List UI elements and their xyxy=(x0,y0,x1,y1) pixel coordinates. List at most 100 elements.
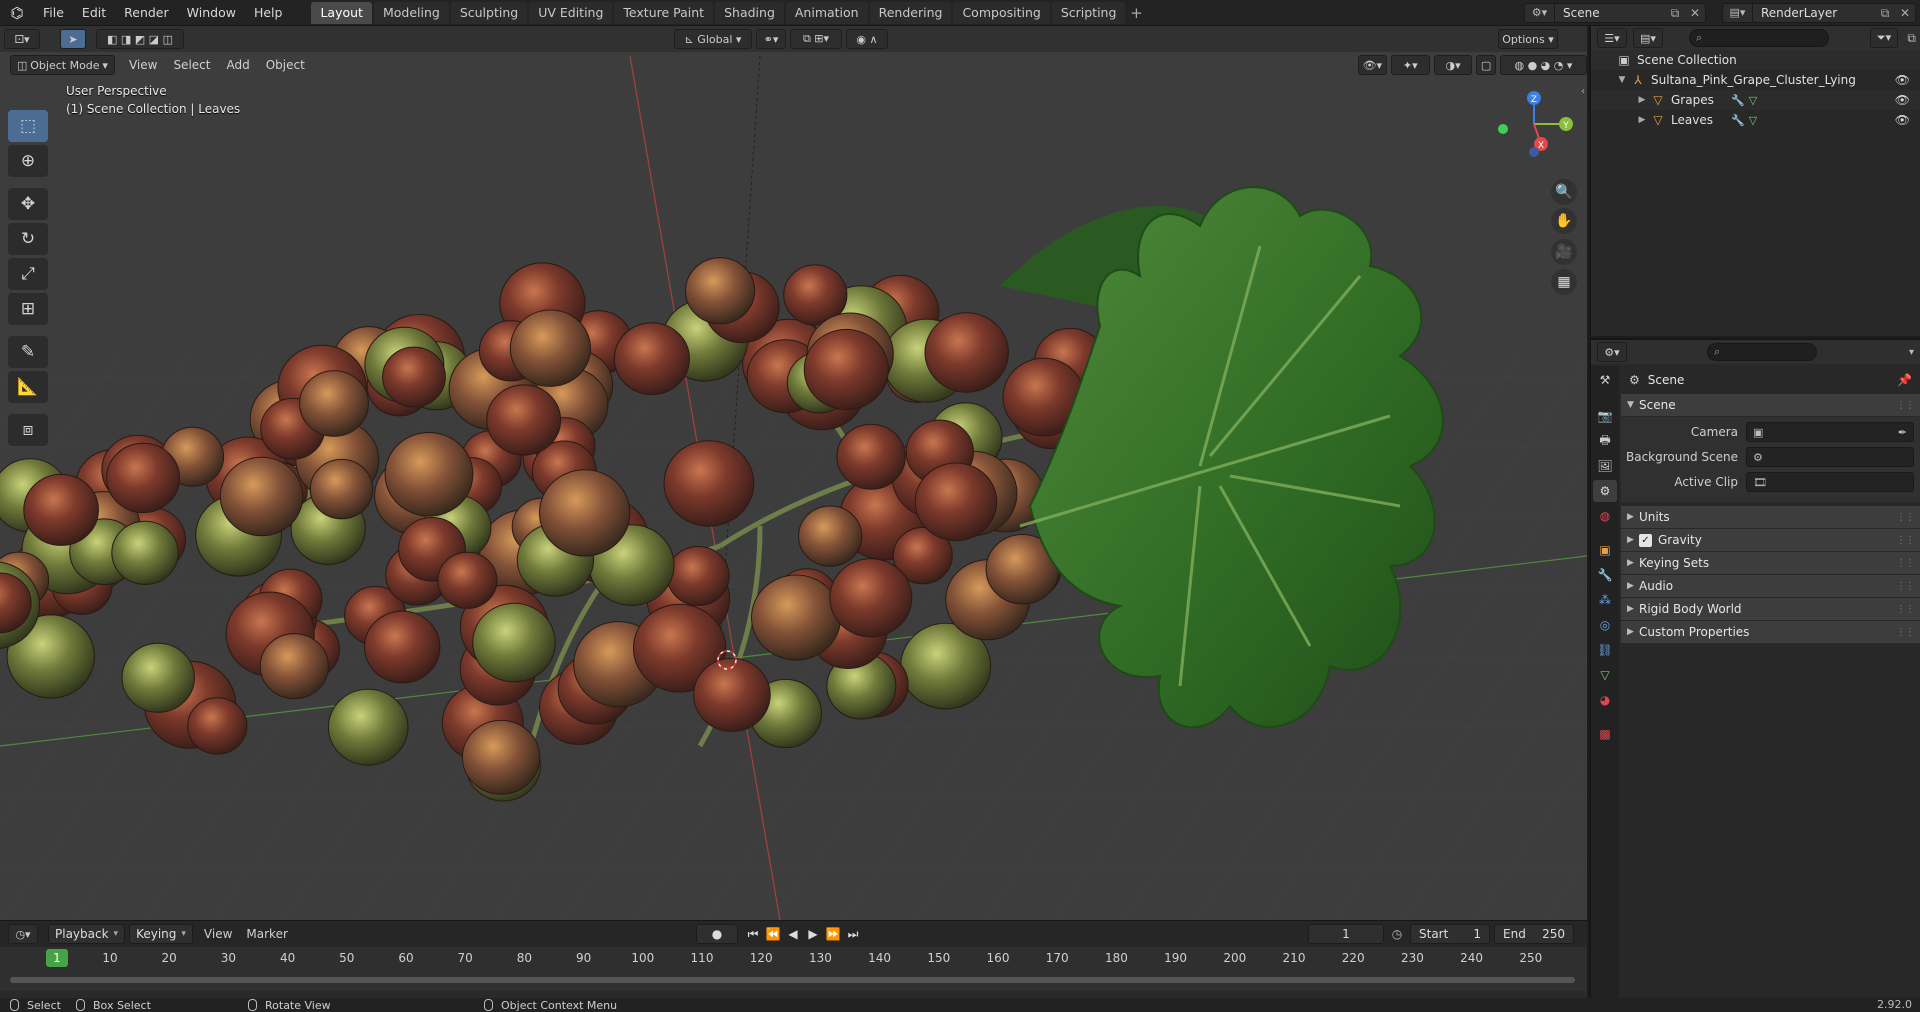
panel-audio-header[interactable]: ▶ Audio ⋮⋮ xyxy=(1621,575,1920,597)
outliner-item-cluster[interactable]: ▼ ⅄ Sultana_Pink_Grape_Cluster_Lying 👁 xyxy=(1591,70,1920,90)
zoom-icon[interactable]: 🔍 xyxy=(1551,179,1577,205)
annotate-tool-icon[interactable]: ✎ xyxy=(8,336,48,368)
select-tool-icon[interactable]: ➤ xyxy=(60,29,86,49)
outliner-editor-type-icon[interactable]: ☰▾ xyxy=(1597,28,1627,48)
tab-compositing[interactable]: Compositing xyxy=(953,1,1050,24)
tab-texture-paint[interactable]: Texture Paint xyxy=(614,1,714,24)
keying-dropdown[interactable]: Keying xyxy=(129,924,193,944)
mesh-data-icon[interactable]: ▽ xyxy=(1749,94,1757,107)
options-button[interactable]: Options ▾ xyxy=(1498,29,1558,49)
tab-uv-editing[interactable]: UV Editing xyxy=(529,1,613,24)
next-keyframe-icon[interactable]: ⏩ xyxy=(823,924,843,944)
menu-file[interactable]: File xyxy=(34,0,73,26)
transform-tool-icon[interactable]: ⊞ xyxy=(8,293,48,325)
tab-shading[interactable]: Shading xyxy=(715,1,784,24)
select-box-tool-icon[interactable]: ⬚ xyxy=(8,110,48,142)
panel-gravity-header[interactable]: ▶ ✓ Gravity ⋮⋮ xyxy=(1621,529,1920,551)
current-frame-field[interactable]: 1 xyxy=(1308,924,1384,944)
menu-help[interactable]: Help xyxy=(245,0,292,26)
eye-icon[interactable]: 👁 xyxy=(1895,113,1910,127)
tab-scripting[interactable]: Scripting xyxy=(1051,1,1126,24)
panel-rigid-body-header[interactable]: ▶ Rigid Body World ⋮⋮ xyxy=(1621,598,1920,620)
shading-modes-icons[interactable]: ◍ ● ◕ ◔ ▾ xyxy=(1499,55,1587,75)
timeline-menu-marker[interactable]: Marker xyxy=(239,927,294,941)
particles-tab-icon[interactable]: ⁂ xyxy=(1593,589,1617,611)
record-button[interactable]: ● xyxy=(696,924,738,944)
panel-units-header[interactable]: ▶ Units ⋮⋮ xyxy=(1621,506,1920,528)
drag-grip-icon[interactable]: ⋮⋮ xyxy=(1896,581,1915,592)
modifier-wrench-icon[interactable]: 🔧 xyxy=(1731,114,1745,127)
3d-viewport[interactable]: Z Y X ⚀▾ ➤ ◧ ◨ ◩ ◪ ◫ ⊾ Global ▾ ⚭▾ ⧉ ⊞▾ … xyxy=(0,26,1587,920)
physics-tab-icon[interactable]: ◎ xyxy=(1593,614,1617,636)
outliner-scene-collection[interactable]: ▣ Scene Collection xyxy=(1591,50,1920,70)
jump-start-icon[interactable]: ⏮ xyxy=(743,924,763,944)
constraints-tab-icon[interactable]: ⛓ xyxy=(1593,639,1617,661)
camera-field[interactable]: ▣ ✒ xyxy=(1746,422,1914,442)
outliner-search-input[interactable]: ⌕ xyxy=(1689,29,1829,47)
preview-range-icon[interactable]: ◷ xyxy=(1388,925,1406,943)
world-tab-icon[interactable]: ◍ xyxy=(1593,505,1617,527)
drag-grip-icon[interactable]: ⋮⋮ xyxy=(1896,627,1915,638)
move-tool-icon[interactable]: ✥ xyxy=(8,188,48,220)
properties-editor-type-icon[interactable]: ⚙▾ xyxy=(1597,342,1627,362)
mode-selector[interactable]: ◫ Object Mode ▾ xyxy=(10,55,115,75)
eye-icon[interactable]: 👁 xyxy=(1895,93,1910,107)
rotate-tool-icon[interactable]: ↻ xyxy=(8,223,48,255)
texture-tab-icon[interactable]: ▩ xyxy=(1593,723,1617,745)
snap-icon[interactable]: ⧉ ⊞▾ xyxy=(790,29,842,49)
menu-window[interactable]: Window xyxy=(178,0,245,26)
panel-custom-properties-header[interactable]: ▶ Custom Properties ⋮⋮ xyxy=(1621,621,1920,643)
tab-rendering[interactable]: Rendering xyxy=(869,1,952,24)
xray-icon[interactable]: ▢ xyxy=(1476,55,1496,75)
overlay-toggle-icon[interactable]: ◑▾ xyxy=(1433,55,1473,75)
pan-hand-icon[interactable]: ✋ xyxy=(1551,208,1577,234)
measure-tool-icon[interactable]: 📐 xyxy=(8,371,48,403)
copy-layer-icon[interactable]: ⧉ xyxy=(1875,6,1895,21)
proportional-edit-icon[interactable]: ◉ ∧ xyxy=(846,29,888,49)
end-frame-field[interactable]: End 250 xyxy=(1494,924,1574,944)
jump-end-icon[interactable]: ⏭ xyxy=(843,924,863,944)
drag-grip-icon[interactable]: ⋮⋮ xyxy=(1896,512,1915,523)
menu-render[interactable]: Render xyxy=(115,0,178,26)
expand-arrow-icon[interactable]: ▼ xyxy=(1615,75,1629,85)
modifier-tab-icon[interactable]: 🔧 xyxy=(1593,564,1617,586)
transform-orientation[interactable]: ⊾ Global ▾ xyxy=(674,29,752,49)
playback-dropdown[interactable]: Playback xyxy=(48,924,126,944)
timeline-scrollbar[interactable] xyxy=(10,977,1575,983)
scale-tool-icon[interactable]: ⤢ xyxy=(8,258,48,290)
gizmo-toggle-icon[interactable]: ✦▾ xyxy=(1390,55,1430,75)
view-layer-selector[interactable]: ▤▾ RenderLayer ⧉ ✕ xyxy=(1722,3,1916,23)
tab-layout[interactable]: Layout xyxy=(311,1,372,24)
mesh-data-icon[interactable]: ▽ xyxy=(1749,114,1757,127)
cursor-tool-icon[interactable]: ⊕ xyxy=(8,145,48,177)
panel-keying-sets-header[interactable]: ▶ Keying Sets ⋮⋮ xyxy=(1621,552,1920,574)
tool-tab-icon[interactable]: ⚒ xyxy=(1593,369,1617,391)
add-workspace-icon[interactable]: + xyxy=(1127,4,1145,22)
view-layer-tab-icon[interactable]: 🖼 xyxy=(1593,455,1617,477)
material-tab-icon[interactable]: ◕ xyxy=(1593,689,1617,711)
new-collection-icon[interactable]: ⧉ xyxy=(1907,31,1916,46)
selection-mode-icons[interactable]: ◧ ◨ ◩ ◪ ◫ xyxy=(96,29,184,49)
blender-logo-icon[interactable]: ⌬ xyxy=(0,0,34,26)
object-tab-icon[interactable]: ▣ xyxy=(1593,539,1617,561)
outliner-item-leaves[interactable]: ▶ ▽ Leaves 🔧 ▽ 👁 xyxy=(1591,110,1920,130)
data-tab-icon[interactable]: ▽ xyxy=(1593,664,1617,686)
close-layer-icon[interactable]: ✕ xyxy=(1895,6,1915,20)
visibility-icon[interactable]: 👁▾ xyxy=(1357,55,1387,75)
scene-tab-icon[interactable]: ⚙ xyxy=(1593,480,1617,502)
play-reverse-icon[interactable]: ◀ xyxy=(783,924,803,944)
eye-icon[interactable]: 👁 xyxy=(1895,73,1910,87)
prev-keyframe-icon[interactable]: ⏪ xyxy=(763,924,783,944)
tab-sculpting[interactable]: Sculpting xyxy=(450,1,528,24)
current-frame-indicator[interactable]: 1 xyxy=(46,949,68,967)
expand-arrow-icon[interactable]: ▶ xyxy=(1635,115,1649,125)
add-cube-tool-icon[interactable]: ⧈ xyxy=(8,414,48,446)
pin-icon[interactable]: 📌 xyxy=(1897,373,1912,387)
start-frame-field[interactable]: Start 1 xyxy=(1410,924,1490,944)
menu-edit[interactable]: Edit xyxy=(73,0,115,26)
timeline-menu-view[interactable]: View xyxy=(197,927,239,941)
drag-grip-icon[interactable]: ⋮⋮ xyxy=(1896,604,1915,615)
pivot-icon[interactable]: ⚭▾ xyxy=(756,29,786,49)
display-mode-icon[interactable]: ▤▾ xyxy=(1633,28,1663,48)
expand-arrow-icon[interactable]: ▶ xyxy=(1635,95,1649,105)
